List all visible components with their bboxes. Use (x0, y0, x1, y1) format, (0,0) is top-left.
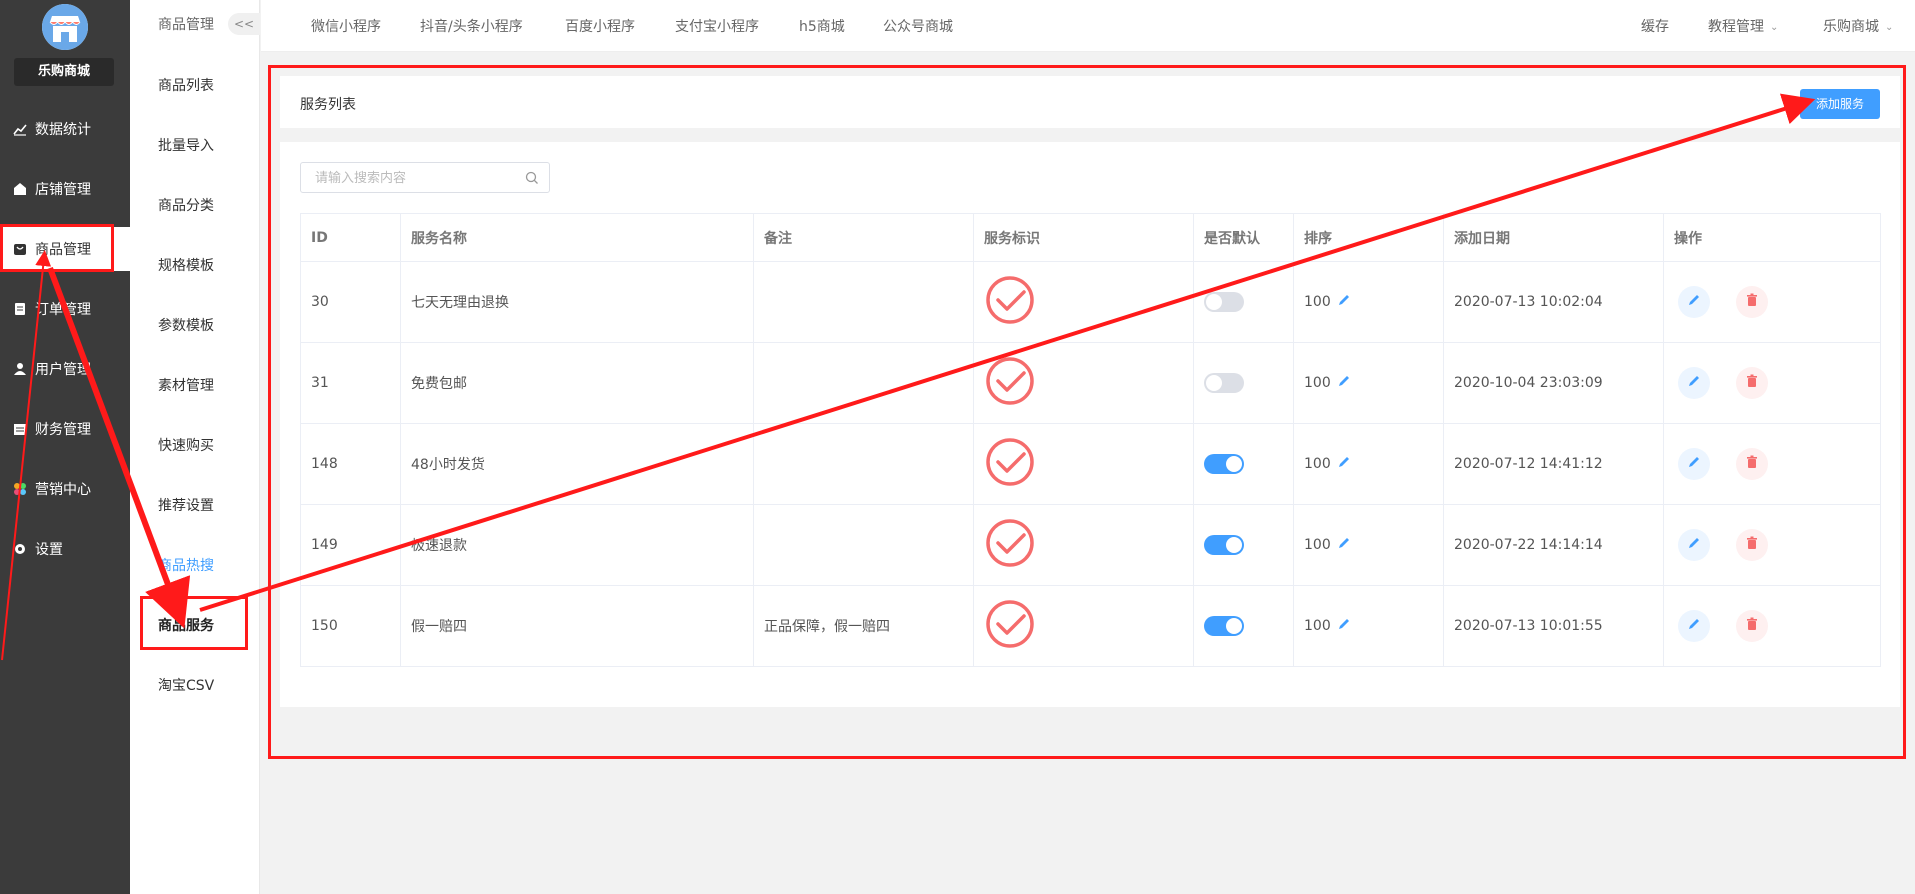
sidebar-item-label: 店铺管理 (35, 182, 91, 198)
top-tab-2[interactable]: 抖音/头条小程序 (420, 16, 523, 36)
sidebar-item-7[interactable]: 营销中心 (0, 467, 130, 511)
cache-link[interactable]: 缓存 (1641, 16, 1669, 36)
subnav-item-9[interactable]: 商品热搜 (130, 544, 260, 588)
annotation-frame-content (268, 65, 1906, 759)
top-tab-1[interactable]: 微信小程序 (311, 16, 381, 36)
order-icon (12, 301, 28, 317)
sidebar-item-label: 订单管理 (35, 302, 91, 318)
subnav-item-11[interactable]: 淘宝CSV (130, 664, 260, 708)
sidebar-item-label: 用户管理 (35, 362, 91, 378)
top-tab-6[interactable]: 公众号商城 (883, 16, 953, 36)
store-label: 乐购商城 (1823, 19, 1879, 35)
main-sidebar: 乐购商城 数据统计 店铺管理 商品管理 订单管理 用户管理 财务管理 营销中心 设置 (0, 0, 130, 894)
sidebar-item-6[interactable]: 财务管理 (0, 407, 130, 451)
tutorial-label: 教程管理 (1708, 19, 1764, 35)
top-tab-5[interactable]: h5商城 (799, 16, 845, 36)
annotation-frame-menu (0, 224, 114, 272)
sub-sidebar: 商品管理 << 商品列表批量导入商品分类规格模板参数模板素材管理快速购买推荐设置… (130, 0, 260, 894)
subnav-title: 商品管理 (158, 17, 214, 33)
chevron-down-icon: ⌄ (1885, 22, 1894, 33)
top-tab-4[interactable]: 支付宝小程序 (675, 16, 759, 36)
top-nav: 微信小程序 抖音/头条小程序 百度小程序 支付宝小程序 h5商城 公众号商城 缓存 教程管… (261, 0, 1915, 52)
cache-label: 缓存 (1641, 19, 1669, 35)
gear-icon (12, 541, 28, 557)
subnav-item-7[interactable]: 快速购买 (130, 424, 260, 468)
user-icon (12, 361, 28, 377)
app-name: 乐购商城 (14, 58, 114, 86)
sidebar-item-label: 财务管理 (35, 422, 91, 438)
store-logo-icon[interactable] (42, 4, 88, 50)
chevron-down-icon: ⌄ (1770, 22, 1779, 33)
subnav-item-4[interactable]: 规格模板 (130, 244, 260, 288)
tutorial-menu[interactable]: 教程管理 ⌄ (1708, 16, 1778, 36)
subnav-item-6[interactable]: 素材管理 (130, 364, 260, 408)
sidebar-item-label: 营销中心 (35, 482, 91, 498)
sidebar-item-label: 数据统计 (35, 122, 91, 138)
top-tab-3[interactable]: 百度小程序 (565, 16, 635, 36)
store-icon (12, 181, 28, 197)
sidebar-item-1[interactable]: 数据统计 (0, 107, 130, 151)
sidebar-item-5[interactable]: 用户管理 (0, 347, 130, 391)
marketing-icon (12, 481, 28, 497)
chart-icon (12, 121, 28, 137)
collapse-button[interactable]: << (228, 13, 260, 35)
subnav-item-8[interactable]: 推荐设置 (130, 484, 260, 528)
subnav-item-3[interactable]: 商品分类 (130, 184, 260, 228)
subnav-item-2[interactable]: 批量导入 (130, 124, 260, 168)
annotation-frame-submenu (140, 596, 248, 650)
store-menu[interactable]: 乐购商城 ⌄ (1823, 16, 1893, 36)
subnav-item-1[interactable]: 商品列表 (130, 64, 260, 108)
subnav-item-5[interactable]: 参数模板 (130, 304, 260, 348)
sidebar-item-label: 设置 (35, 542, 63, 558)
sidebar-item-2[interactable]: 店铺管理 (0, 167, 130, 211)
finance-icon (12, 421, 28, 437)
sidebar-item-4[interactable]: 订单管理 (0, 287, 130, 331)
logo-area: 乐购商城 (0, 0, 130, 90)
sidebar-item-8[interactable]: 设置 (0, 527, 130, 571)
